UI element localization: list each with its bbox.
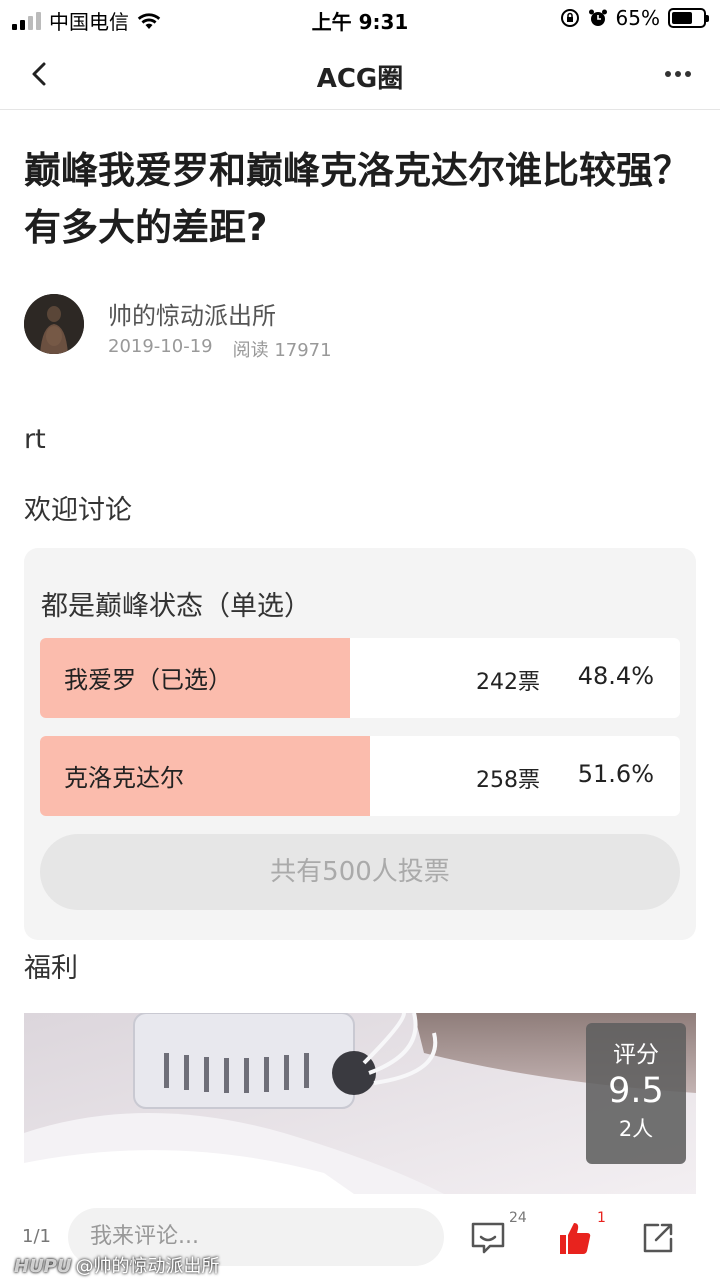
score-count: 2人 [618, 1117, 654, 1141]
author-info: 帅的惊动派出所 2019-10-19 阅读 17971 [24, 294, 696, 361]
avatar[interactable] [24, 294, 84, 354]
poll-total-button[interactable]: 共有500人投票 [40, 834, 680, 910]
score-value: 9.5 [608, 1071, 664, 1111]
share-icon [643, 1223, 673, 1253]
post-views: 阅读 17971 [232, 340, 332, 361]
status-right: 65% [560, 6, 709, 30]
avatar-image [24, 294, 84, 354]
post-meta: 2019-10-19 阅读 17971 [108, 336, 332, 362]
post-date: 2019-10-19 [108, 336, 213, 357]
comments-button[interactable] [468, 1218, 508, 1258]
page-indicator: 1/1 [22, 1226, 51, 1247]
poll-option-label: 克洛克达尔 [64, 764, 184, 792]
author-name[interactable]: 帅的惊动派出所 [108, 296, 276, 331]
more-dots-icon [665, 71, 691, 77]
comment-icon [471, 1222, 505, 1254]
poll-card: 都是巅峰状态（单选） 我爱罗（已选） 242票 48.4% 克洛克达尔 258票… [24, 548, 696, 940]
alarm-icon [588, 9, 607, 26]
poll-option-percent: 51.6% [577, 760, 654, 788]
page-title: ACG圈 [316, 64, 404, 94]
battery-icon [668, 8, 709, 28]
body-line-2: 欢迎讨论 [24, 495, 132, 526]
comment-count: 24 [509, 1210, 527, 1226]
poll-option-percent: 48.4% [577, 662, 654, 690]
like-count: 1 [597, 1210, 606, 1226]
share-button[interactable] [638, 1218, 678, 1258]
watermark-text: @帅的惊动派出所 [75, 1256, 220, 1277]
nav-bar: ACG圈 [0, 38, 720, 110]
orientation-lock-icon [560, 9, 579, 27]
body-line-3: 福利 [24, 953, 78, 984]
poll-option-votes: 242票 [476, 670, 540, 695]
poll-option-votes: 258票 [476, 768, 540, 793]
watermark-brand: HUPU [14, 1256, 72, 1277]
battery-percent: 65% [615, 6, 660, 30]
score-badge: 评分 9.5 2人 [586, 1023, 686, 1164]
poll-option-label: 我爱罗（已选） [64, 666, 232, 694]
status-bar: 中国电信 上午 9:31 65% [0, 0, 720, 38]
poll-option-2[interactable]: 克洛克达尔 258票 51.6% [40, 736, 680, 816]
like-button[interactable] [554, 1218, 594, 1258]
post-title: 巅峰我爱罗和巅峰克洛克达尔谁比较强？有多大的差距? [24, 149, 690, 249]
more-button[interactable] [658, 56, 698, 92]
post-image[interactable]: 评分 9.5 2人 [24, 1013, 696, 1194]
battery-level [672, 12, 692, 24]
poll-question: 都是巅峰状态（单选） [41, 591, 311, 622]
thumbs-up-icon [560, 1223, 591, 1254]
watermark: HUPU @帅的惊动派出所 [14, 1252, 220, 1278]
poll-option-1[interactable]: 我爱罗（已选） 242票 48.4% [40, 638, 680, 718]
score-label: 评分 [613, 1042, 659, 1068]
body-line-1: rt [24, 424, 46, 455]
